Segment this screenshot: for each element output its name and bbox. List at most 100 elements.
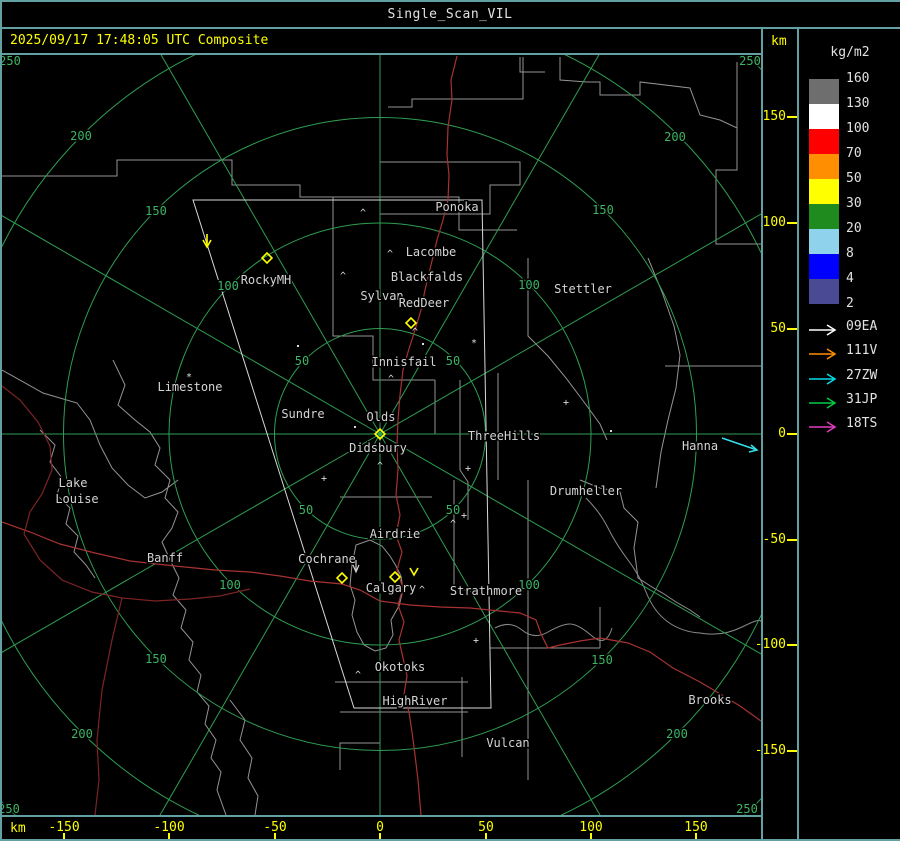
radar-site-diamond-icon <box>335 571 349 585</box>
storm-track-line-cyan <box>721 437 758 451</box>
town-caret-marker: ^ <box>340 271 346 282</box>
storm-track-id: 09EA <box>846 319 878 334</box>
city-label: Lake <box>59 476 88 490</box>
legend-scale-value: 30 <box>846 196 862 211</box>
legend-swatch <box>809 229 839 254</box>
map-bottom-border <box>0 815 763 817</box>
plus-marker: + <box>473 636 479 647</box>
ring-label: 250 <box>2 55 21 68</box>
town-caret-marker: ^ <box>360 208 366 219</box>
radar-map-canvas[interactable]: 50 5050 50100 100100 100150 150150 150200 20020… <box>2 55 761 815</box>
legend-scale-value: 160 <box>846 71 870 86</box>
ring-label: 100 <box>217 279 239 293</box>
city-label: Airdrie <box>370 527 421 541</box>
storm-arrow-head <box>826 324 837 336</box>
legend-swatch <box>809 254 839 279</box>
plus-marker: + <box>465 464 471 475</box>
ring-label: 50 <box>295 354 309 368</box>
city-label: Olds <box>367 410 396 424</box>
bottom-axis-unit: km <box>10 821 26 836</box>
city-label: Lacombe <box>406 245 457 259</box>
right-axis-tick <box>787 222 797 224</box>
city-label: Ponoka <box>435 200 478 214</box>
town-caret-marker: ^ <box>388 374 394 385</box>
legend-swatch <box>809 204 839 229</box>
bottom-axis-tick-label: 50 <box>478 820 494 835</box>
storm-arrow-head <box>826 372 837 385</box>
storm-track-id: 27ZW <box>846 367 878 383</box>
bottom-axis-tick-label: -100 <box>153 820 185 835</box>
storm-arrow-head <box>826 397 837 409</box>
dot-marker <box>422 343 424 345</box>
town-caret-marker: ^ <box>377 461 383 472</box>
legend-swatch <box>809 129 839 154</box>
legend-scale-value: 100 <box>846 121 870 136</box>
city-label: Banff <box>147 551 183 565</box>
town-caret-marker: ^ <box>387 249 393 260</box>
right-axis-tick <box>787 539 797 541</box>
right-axis-tick <box>787 433 797 435</box>
right-axis-unit: km <box>771 34 787 49</box>
ring-label: 150 <box>145 204 167 218</box>
storm-track-arrow-icon <box>808 394 842 409</box>
legend-swatch <box>809 279 839 304</box>
dot-marker <box>354 426 356 428</box>
radar-application-window: { "title_bar": { "title": "Single_Scan_V… <box>0 0 900 841</box>
right-axis-tick <box>787 644 797 646</box>
azimuth-spoke <box>159 433 381 815</box>
storm-track-id: 31JP <box>846 391 878 407</box>
legend-scale-value: 130 <box>846 96 870 111</box>
right-axis-tick <box>787 750 797 752</box>
storm-track-id: 111V <box>846 343 878 359</box>
dot-marker <box>297 345 299 347</box>
bottom-axis-tick-label: 100 <box>579 820 603 835</box>
azimuth-spoke <box>379 433 761 655</box>
storm-track-id: 18TS <box>846 416 878 432</box>
city-label: Drumheller <box>550 484 622 498</box>
ring-label: 100 <box>518 278 540 292</box>
legend-swatch <box>809 79 839 104</box>
azimuth-spoke <box>160 55 381 435</box>
titlebar-divider <box>0 27 900 29</box>
ring-label: 50 <box>299 503 313 517</box>
dot-marker <box>610 430 612 432</box>
city-label: Innisfail <box>371 355 436 369</box>
city-label: Vulcan <box>486 736 529 750</box>
city-label: Cochrane <box>298 552 356 566</box>
town-caret-marker: ^ <box>450 519 456 530</box>
storm-track-arrow-icon <box>808 418 842 433</box>
asterisk-marker: * <box>471 338 477 349</box>
azimuth-spoke <box>379 433 601 815</box>
city-label: Calgary <box>366 581 417 595</box>
city-label: Hanna <box>682 439 718 453</box>
plus-marker: + <box>563 398 569 409</box>
ring-label: 50 <box>446 503 460 517</box>
ring-label: 250 <box>2 802 20 815</box>
plus-marker: + <box>461 511 467 522</box>
city-label: Brooks <box>688 693 731 707</box>
storm-arrow-head <box>826 348 837 360</box>
town-caret-marker: ^ <box>355 670 361 681</box>
city-label: ThreeHills <box>468 429 540 443</box>
ring-label: 200 <box>664 130 686 144</box>
storm-arrow-head <box>826 421 837 433</box>
scan-datetime: 2025/09/17 17:48:05 UTC Composite <box>10 33 269 48</box>
ring-label: 250 <box>736 802 758 815</box>
storm-track-arrow-icon <box>808 370 842 385</box>
ring-label: 200 <box>666 727 688 741</box>
ring-label: 150 <box>145 652 167 666</box>
plus-marker: + <box>321 474 327 485</box>
legend-unit: kg/m2 <box>830 45 870 60</box>
bottom-axis-tick-label: -150 <box>48 820 80 835</box>
city-label: Stettler <box>554 282 612 296</box>
legend-scale-value: 4 <box>846 271 854 286</box>
legend-scale-value: 50 <box>846 171 862 186</box>
city-labels: Ponoka Lacombe Blackfalds SylvanRedDeer Stet… <box>54 199 733 752</box>
legend-divider <box>797 29 799 841</box>
city-label: Okotoks <box>375 660 426 674</box>
ring-label: 200 <box>70 129 92 143</box>
city-label: Sundre <box>281 407 324 421</box>
ring-label: 250 <box>739 55 761 68</box>
bottom-axis-tick-label: 150 <box>684 820 708 835</box>
ring-label: 200 <box>71 727 93 741</box>
